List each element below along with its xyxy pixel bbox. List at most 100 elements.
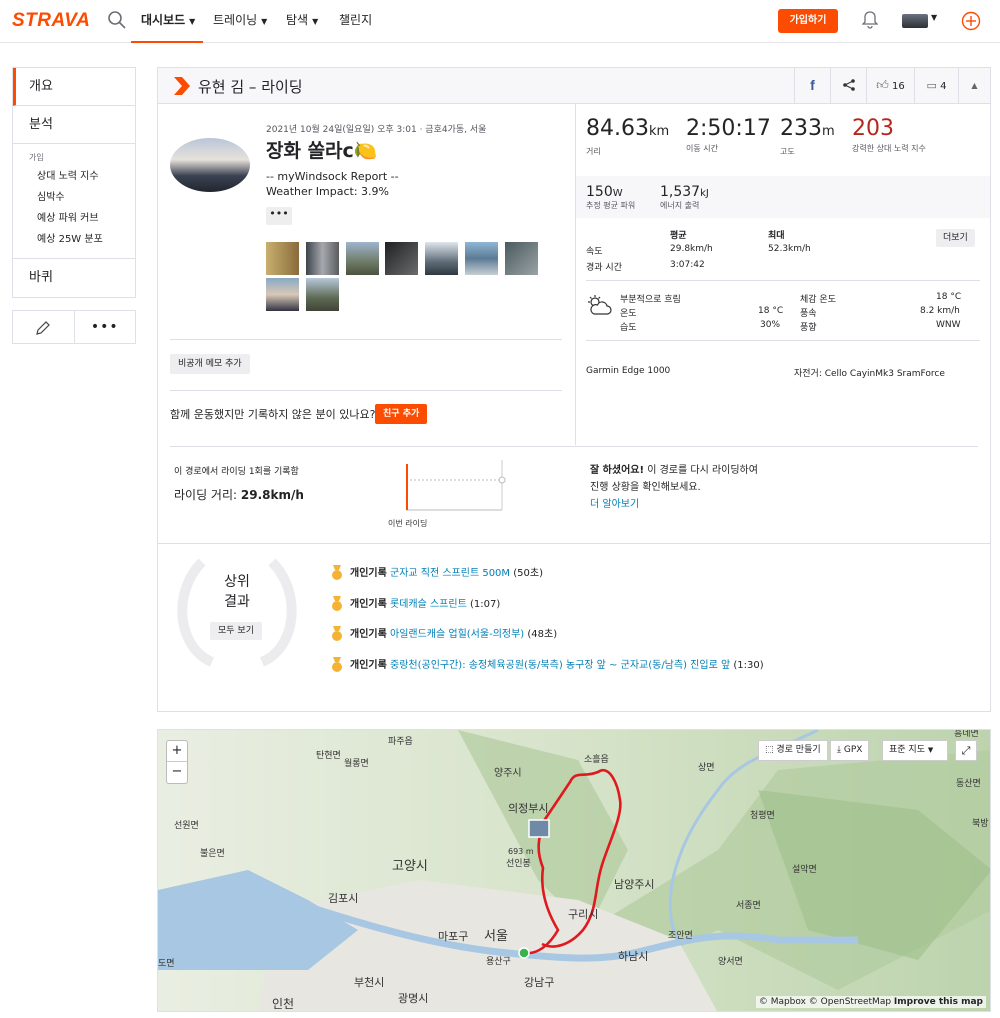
map-place-label: 동산면: [956, 778, 981, 789]
pr-badge: 개인기록: [350, 599, 387, 610]
learn-more-link[interactable]: 더 알아보기: [590, 499, 639, 510]
photo-thumbnail[interactable]: [266, 278, 299, 311]
photo-thumbnail[interactable]: [305, 278, 339, 311]
route-map[interactable]: 파주읍 소흘읍 탄현면 월롱면 양주시 상면 동산면 의정부시 선원면 청평면 북방 불은면 693 m…: [157, 729, 991, 1012]
chevron-down-icon[interactable]: ▼: [931, 13, 937, 22]
nav-dashboard[interactable]: 대시보드 ▼: [131, 0, 203, 43]
activity-details: 2021년 10월 24일(일요일) 오후 3:01 · 금호4가동, 서울 장…: [158, 104, 576, 445]
chevron-up-icon: ▲: [971, 81, 978, 90]
segment-link[interactable]: 군자교 직전 스프린트 500M: [390, 568, 510, 579]
feels-value: 18 °C: [936, 292, 962, 302]
sidebar-tools: •••: [12, 310, 136, 344]
encouragement-bold: 잘 하셨어요!: [590, 465, 645, 476]
photo-thumbnail[interactable]: [465, 242, 499, 275]
sidebar-item-power-curve[interactable]: 예상 파워 커브: [13, 208, 135, 229]
stat-elevation: 233m 고도: [780, 116, 835, 157]
top-results-title-2: 결과: [224, 594, 250, 610]
kudos-button[interactable]: 👍︎ 16: [866, 68, 914, 103]
wind-label: 풍속: [800, 309, 817, 319]
route-builder-icon: ⬚: [765, 745, 774, 755]
col-max: 최대: [768, 231, 785, 241]
bell-icon[interactable]: [862, 11, 878, 29]
map-place-label: 월롱면: [344, 757, 369, 769]
photo-thumbnail[interactable]: [266, 242, 299, 275]
sidebar-item-relative-effort[interactable]: 상대 노력 지수: [13, 166, 135, 187]
stat-power: 150W 추정 평균 파워: [586, 184, 635, 211]
sidebar-item-power-distribution[interactable]: 예상 25W 분포: [13, 229, 135, 250]
more-stats-button[interactable]: 더보기: [936, 229, 975, 247]
map-place-label: 양서면: [718, 956, 743, 967]
fullscreen-button[interactable]: ⤢: [955, 740, 977, 761]
map-place-label: 남양주시: [614, 878, 654, 891]
zoom-in-button[interactable]: +: [167, 741, 187, 762]
add-plus-icon[interactable]: [961, 11, 981, 31]
description-more-button[interactable]: •••: [266, 207, 292, 225]
distance-label: 거리: [586, 147, 601, 156]
weather-condition: 부분적으로 흐림: [620, 295, 681, 305]
more-options-button[interactable]: •••: [75, 311, 136, 343]
nav-challenges[interactable]: 챌린지: [339, 0, 372, 43]
energy-unit: kJ: [700, 188, 709, 199]
join-button[interactable]: 가입하기: [778, 9, 838, 33]
photo-thumbnail[interactable]: [425, 242, 459, 275]
photo-marker[interactable]: [528, 819, 550, 838]
edit-button[interactable]: [13, 311, 75, 343]
partly-cloudy-icon: [588, 295, 612, 315]
bike-name[interactable]: 자전거: Cello CayinMk3 SramForce: [794, 366, 945, 379]
temp-value: 18 °C: [758, 306, 784, 316]
sidebar-item-overview[interactable]: 개요: [13, 68, 135, 106]
view-all-button[interactable]: 모두 보기: [210, 622, 262, 640]
zoom-out-button[interactable]: −: [167, 762, 187, 783]
power-value: 150: [586, 184, 613, 200]
map-place-label: 693 m: [508, 847, 534, 856]
route-builder-button[interactable]: ⬚ 경로 만들기: [758, 740, 828, 761]
facebook-share-button[interactable]: f: [794, 68, 830, 103]
sidebar-subheader: 가입: [29, 153, 44, 162]
segment-link[interactable]: 아일랜드캐슬 업힐(서울-의정부): [390, 629, 524, 640]
nav-training[interactable]: 트레이닝 ▼: [213, 0, 267, 43]
gpx-label: GPX: [843, 745, 863, 755]
temp-label: 온도: [620, 309, 637, 319]
photo-thumbnail[interactable]: [305, 242, 339, 275]
strava-logo[interactable]: STRAVA: [12, 10, 90, 32]
photo-thumbnail[interactable]: [345, 242, 379, 275]
pr-medal-icon: [332, 657, 342, 672]
pr-medal-icon: [332, 565, 342, 580]
photo-thumbnail[interactable]: [385, 242, 419, 275]
add-friend-button[interactable]: 친구 추가: [375, 404, 428, 424]
segment-encouragement: 잘 하셨어요! 이 경로를 다시 라이딩하여 진행 상황을 확인해보세요. 더 …: [590, 462, 758, 513]
map-place-label: 선인봉: [506, 858, 531, 869]
add-private-note-button[interactable]: 비공개 메모 추가: [170, 354, 250, 374]
profile-photo[interactable]: [170, 138, 250, 192]
stat-relative-effort[interactable]: 203 강력한 상대 노력 지수: [852, 116, 942, 154]
user-avatar[interactable]: [902, 14, 928, 28]
nav-explore[interactable]: 탐색 ▼: [286, 0, 318, 43]
sidebar-item-kudos[interactable]: 바퀴: [13, 259, 135, 297]
photo-thumbnail[interactable]: [504, 242, 538, 275]
map-style-select[interactable]: 표준 지도 ▼: [882, 740, 948, 761]
device-name: Garmin Edge 1000: [586, 366, 671, 376]
sidebar-item-heart-rate[interactable]: 심박수: [13, 187, 135, 208]
map-place-label: 선원면: [174, 820, 199, 831]
comment-button[interactable]: ▭ 4: [914, 68, 958, 103]
segment-link[interactable]: 롯데캐슬 스프린트: [390, 599, 467, 610]
zoom-controls: + −: [166, 740, 188, 784]
share-button[interactable]: [830, 68, 866, 103]
search-icon[interactable]: [107, 10, 127, 30]
nav-training-label: 트레이닝: [213, 13, 258, 27]
activity-header-title: 유현 김 – 라이딩: [198, 78, 303, 96]
collapse-button[interactable]: ▲: [958, 68, 990, 103]
map-place-label: 인천: [272, 996, 294, 1011]
divider: [586, 340, 980, 341]
map-canvas[interactable]: 파주읍소흘읍 탄현면월롱면양주시 상면동산면의정부시선원면 청평면북방불은면 693 m…: [158, 730, 991, 1012]
chevron-down-icon: ▼: [189, 17, 196, 26]
map-place-label: 청평면: [750, 810, 775, 821]
map-place-label: 의정부시: [508, 802, 548, 815]
sidebar-item-analysis[interactable]: 분석: [13, 106, 135, 144]
improve-map-link[interactable]: Improve this map: [894, 997, 983, 1007]
segment-link[interactable]: 중랑천(공인구간): 송정체육공원(동/북측) 농구장 앞 ~ 군자교(동/남측…: [390, 660, 730, 671]
map-place-label: 부천시: [354, 975, 384, 989]
chart-end-point: [498, 476, 506, 484]
relative-effort-label: 강력한 상대 노력 지수: [852, 144, 926, 153]
gpx-export-button[interactable]: ⤓ GPX: [830, 740, 870, 761]
